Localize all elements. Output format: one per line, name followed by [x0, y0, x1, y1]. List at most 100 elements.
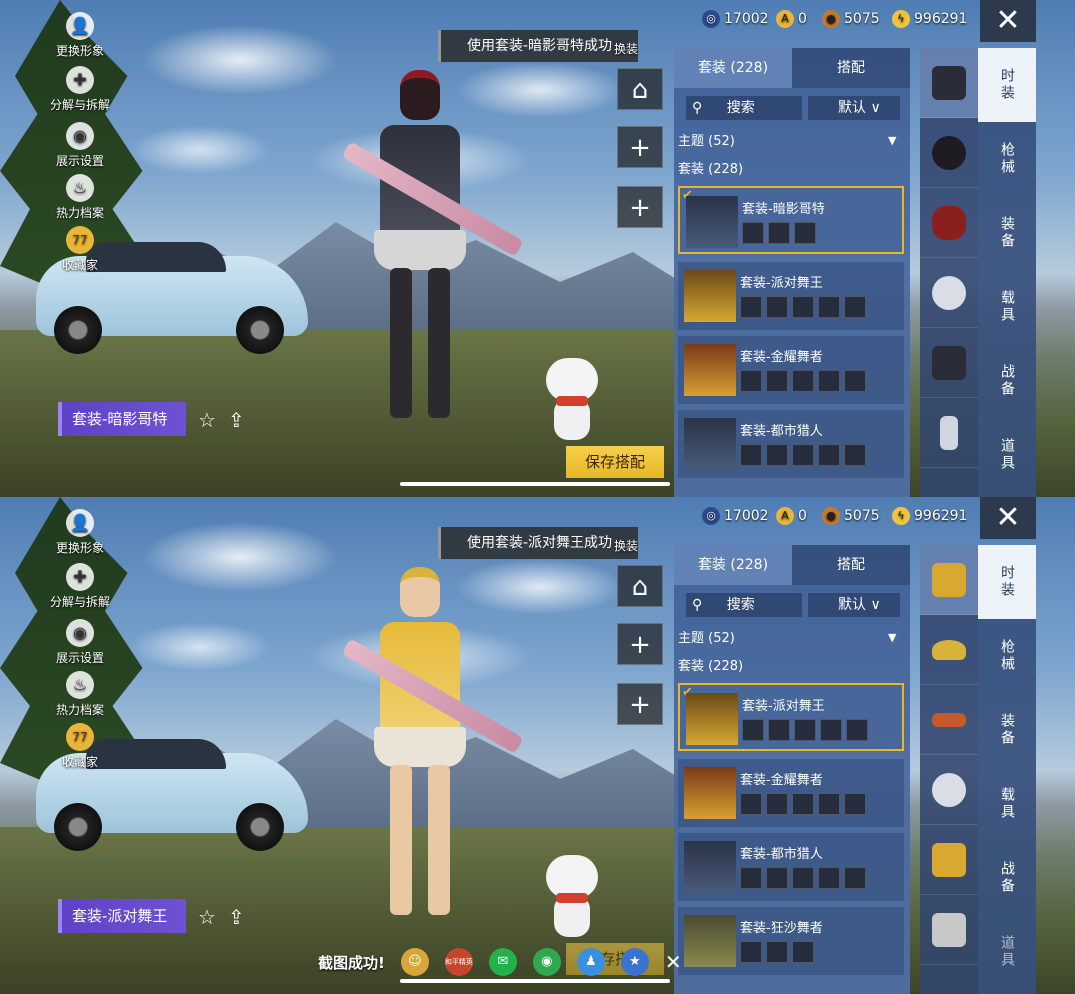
tab-sets[interactable]: 套装 (228)	[674, 48, 792, 88]
outfit-list-item[interactable]: ✔ 套装-派对舞王	[678, 683, 904, 751]
change-avatar-button[interactable]: 👤 更换形象	[48, 12, 112, 59]
peace-elite-icon[interactable]: 和平精英	[444, 948, 473, 976]
change-avatar-button[interactable]: 👤 更换形象	[48, 509, 112, 556]
close-button[interactable]: ✕	[980, 497, 1036, 539]
outfit-list-item[interactable]: 套装-都市猎人	[678, 833, 904, 901]
category-fashion[interactable]: 时装	[978, 545, 1036, 619]
slot-outfit[interactable]	[920, 545, 978, 615]
category-props[interactable]: 道具	[978, 418, 1036, 492]
character-model[interactable]	[341, 567, 524, 937]
current-outfit-tag[interactable]: 套装-派对舞王	[58, 899, 186, 933]
slot-outfit[interactable]	[920, 48, 978, 118]
dismantle-button[interactable]: ✚ 分解与拆解	[48, 563, 112, 610]
tab-sets[interactable]: 套装 (228)	[674, 545, 792, 585]
share-icon[interactable]: ⇪	[228, 905, 245, 929]
category-gear[interactable]: 装备	[978, 693, 1036, 767]
expand-arrow-icon[interactable]: ▼	[888, 134, 896, 147]
puzzle-icon: ✚	[66, 563, 94, 591]
screenshot-share-bar: 截图成功! ☺ 和平精英 ✉ ◉ ♟ ★ ✕	[318, 942, 758, 982]
category-vehicles[interactable]: 载具	[978, 767, 1036, 841]
favorite-star-icon[interactable]: ☆	[198, 408, 216, 432]
add-slot-button-2[interactable]: +	[617, 186, 663, 228]
heat-profile-button[interactable]: ♨ 热力档案	[48, 174, 112, 221]
add-slot-button-1[interactable]: +	[617, 623, 663, 665]
qzone-icon[interactable]: ★	[620, 948, 649, 976]
search-input[interactable]: ⚲ 搜索	[686, 96, 802, 120]
category-vehicles[interactable]: 载具	[978, 270, 1036, 344]
category-gear[interactable]: 装备	[978, 196, 1036, 270]
moments-icon[interactable]: ◉	[532, 948, 561, 976]
collector-button[interactable]: 77 收藏家	[48, 226, 112, 273]
wechat-icon[interactable]: ✉	[488, 948, 517, 976]
sort-dropdown[interactable]: 默认 ∨	[808, 593, 900, 617]
outfit-list-item[interactable]: ✔ 套装-暗影哥特	[678, 186, 904, 254]
theme-header[interactable]: 主题 (52)	[678, 627, 735, 646]
slot-head[interactable]	[920, 258, 978, 328]
slot-top[interactable]	[920, 328, 978, 398]
expand-arrow-icon[interactable]: ▼	[888, 631, 896, 644]
currency-a-coin: A0	[776, 507, 807, 525]
jacket-icon	[932, 345, 966, 380]
display-settings-button[interactable]: ◉ 展示设置	[48, 619, 112, 666]
person-icon: 👤	[66, 509, 94, 537]
plus-icon: +	[629, 630, 651, 660]
category-tabs: 时装 枪械 装备 载具 战备 道具	[978, 545, 1036, 994]
item-slot-column	[920, 48, 978, 497]
bp-coin-icon: ●	[822, 507, 840, 525]
outfit-list-item[interactable]: 套装-都市猎人	[678, 410, 904, 478]
collector-button[interactable]: 77 收藏家	[48, 723, 112, 770]
heat-profile-button[interactable]: ♨ 热力档案	[48, 671, 112, 718]
pants-icon	[940, 415, 958, 450]
pet-model[interactable]	[546, 855, 598, 939]
game-center-icon[interactable]: ☺	[400, 948, 429, 976]
slot-hair[interactable]	[920, 118, 978, 188]
category-battle-prep[interactable]: 战备	[978, 344, 1036, 418]
slot-pants[interactable]	[920, 398, 978, 468]
outfit-thumbnail	[684, 344, 736, 396]
add-slot-button-1[interactable]: +	[617, 126, 663, 168]
slot-pants[interactable]	[920, 895, 978, 965]
close-button[interactable]: ✕	[980, 0, 1036, 42]
wardrobe-hanger-button[interactable]: ⌂	[617, 565, 663, 607]
plus-icon: +	[629, 193, 651, 223]
currency-lightning: ϟ 996291	[892, 10, 967, 28]
collector-badge-icon: 77	[66, 226, 94, 254]
outfit-list-item[interactable]: 套装-金耀舞者	[678, 336, 904, 404]
current-outfit-tag[interactable]: 套装-暗影哥特	[58, 402, 186, 436]
theme-header[interactable]: 主题 (52)	[678, 130, 735, 149]
character-model[interactable]	[341, 70, 524, 440]
bp-coin-icon: ●	[822, 10, 840, 28]
category-battle-prep[interactable]: 战备	[978, 841, 1036, 915]
qq-icon[interactable]: ♟	[576, 948, 605, 976]
add-slot-button-2[interactable]: +	[617, 683, 663, 725]
slot-head[interactable]	[920, 755, 978, 825]
slot-hat[interactable]	[920, 615, 978, 685]
slot-face[interactable]	[920, 188, 978, 258]
home-indicator	[400, 482, 670, 486]
flame-icon: ♨	[66, 174, 94, 202]
category-fashion[interactable]: 时装	[978, 48, 1036, 122]
currency-a-coin: A0	[776, 10, 807, 28]
dismantle-button[interactable]: ✚ 分解与拆解	[48, 66, 112, 113]
close-icon[interactable]: ✕	[665, 950, 682, 974]
sort-dropdown[interactable]: 默认 ∨	[808, 96, 900, 120]
tab-combos[interactable]: 搭配	[792, 545, 910, 585]
tab-combos[interactable]: 搭配	[792, 48, 910, 88]
category-guns[interactable]: 枪械	[978, 122, 1036, 196]
category-props[interactable]: 道具	[978, 915, 1036, 989]
item-slot-column	[920, 545, 978, 994]
wardrobe-hanger-button[interactable]: ⌂	[617, 68, 663, 110]
outfit-list-item[interactable]: 套装-派对舞王	[678, 262, 904, 330]
pet-model[interactable]	[546, 358, 598, 442]
category-guns[interactable]: 枪械	[978, 619, 1036, 693]
share-icon[interactable]: ⇪	[228, 408, 245, 432]
slot-top[interactable]	[920, 825, 978, 895]
search-input[interactable]: ⚲ 搜索	[686, 593, 802, 617]
display-settings-button[interactable]: ◉ 展示设置	[48, 122, 112, 169]
outfit-thumbnail	[686, 693, 738, 745]
mask-icon	[932, 205, 966, 240]
outfit-list-item[interactable]: 套装-金耀舞者	[678, 759, 904, 827]
favorite-star-icon[interactable]: ☆	[198, 905, 216, 929]
save-outfit-button[interactable]: 保存搭配	[566, 446, 664, 478]
slot-glasses[interactable]	[920, 685, 978, 755]
